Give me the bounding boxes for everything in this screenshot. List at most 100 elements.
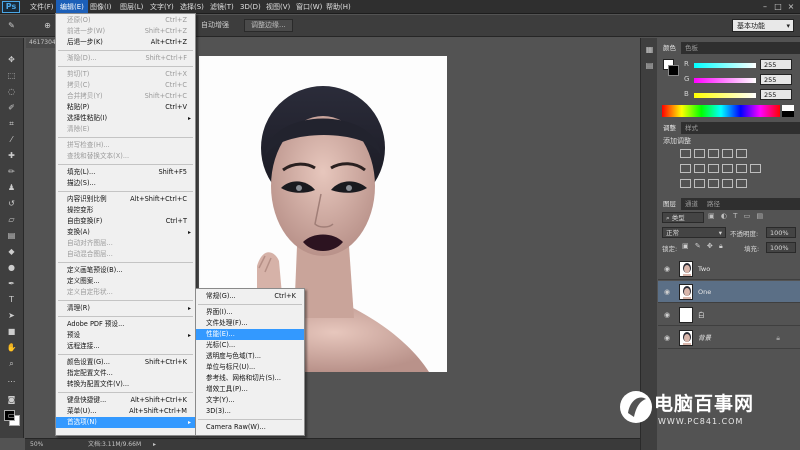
crop-tool-icon[interactable]: ⌗ xyxy=(4,118,19,129)
hand-tool-icon[interactable]: ✋ xyxy=(4,342,19,353)
gradient-map-adjust-icon[interactable] xyxy=(736,179,747,188)
menu-item-u[interactable]: 菜单(U)... Alt+Shift+Ctrl+M xyxy=(56,406,195,417)
menu-10[interactable]: 帮助(H) xyxy=(322,0,355,14)
menu-item-item[interactable]: 内容识别比例 Alt+Shift+Ctrl+C xyxy=(56,194,195,205)
eraser-tool-icon[interactable]: ▱ xyxy=(4,214,19,225)
eyedropper-tool-icon[interactable]: ⁄ xyxy=(4,134,19,145)
tab-color[interactable]: 颜色 xyxy=(658,42,681,54)
dodge-tool-icon[interactable]: ● xyxy=(4,262,19,273)
menu-3[interactable]: 图层(L) xyxy=(116,0,147,14)
levels-adjust-icon[interactable] xyxy=(694,149,705,158)
tab-styles[interactable]: 样式 xyxy=(680,122,703,134)
menu-item-f[interactable]: 自由变换(F) Ctrl+T xyxy=(56,216,195,227)
menu-item-k[interactable]: 后退一步(K) Alt+Ctrl+Z xyxy=(56,37,195,48)
brush-tool-icon[interactable]: ✏ xyxy=(4,166,19,177)
menu-item-c[interactable]: 光标(C)... xyxy=(196,340,304,351)
quick-select-tool-icon[interactable]: ✐ xyxy=(4,102,19,113)
lock-icons[interactable]: ▣ ✎ ✥ 🔒︎ xyxy=(682,242,725,251)
menu-item-b[interactable]: 定义画笔预设(B)... xyxy=(56,265,195,276)
pen-tool-icon[interactable]: ✒ xyxy=(4,278,19,289)
menu-item-t[interactable]: 透明度与色域(T)... xyxy=(196,351,304,362)
black-swatch[interactable] xyxy=(782,111,794,117)
menu-item-g[interactable]: 颜色设置(G)... Shift+Ctrl+K xyxy=(56,357,195,368)
invert-adjust-icon[interactable] xyxy=(680,179,691,188)
menu-item-i[interactable]: 界面(I)... xyxy=(196,307,304,318)
layer-filter-select[interactable]: ⌕ 类型 xyxy=(662,212,704,223)
curves-adjust-icon[interactable] xyxy=(708,149,719,158)
visibility-eye-icon[interactable]: ◉ xyxy=(664,310,674,320)
photo-filter-adjust-icon[interactable] xyxy=(722,164,733,173)
channel-r-value[interactable]: 255 xyxy=(760,59,792,70)
fill-field[interactable]: 100% xyxy=(766,242,796,253)
menu-item-v[interactable]: 转换为配置文件(V)... xyxy=(56,379,195,390)
channel-r-slider[interactable] xyxy=(694,63,756,68)
blur-tool-icon[interactable]: ◆ xyxy=(4,246,19,257)
tool-preset-icon[interactable]: ✎ xyxy=(4,20,19,31)
menu-item-r[interactable]: 清理(R) ▸ xyxy=(56,303,195,314)
menu-item-item[interactable]: 键盘快捷键... Alt+Shift+Ctrl+K xyxy=(56,395,195,406)
threshold-adjust-icon[interactable] xyxy=(708,179,719,188)
channel-b-slider[interactable] xyxy=(694,93,756,98)
lasso-tool-icon[interactable]: ◌ xyxy=(4,86,19,97)
menu-5[interactable]: 选择(S) xyxy=(176,0,208,14)
exposure-adjust-icon[interactable] xyxy=(722,149,733,158)
menu-item-item[interactable]: 指定配置文件... xyxy=(56,368,195,379)
color-balance-adjust-icon[interactable] xyxy=(694,164,705,173)
more-tools-icon[interactable]: … xyxy=(4,374,19,385)
menu-item-y[interactable]: 文字(Y)... xyxy=(196,395,304,406)
bw-adjust-icon[interactable] xyxy=(708,164,719,173)
visibility-eye-icon[interactable]: ◉ xyxy=(664,287,674,297)
selective-color-adjust-icon[interactable] xyxy=(722,179,733,188)
menu-8[interactable]: 视图(V) xyxy=(262,0,294,14)
menu-item-l[interactable]: 填充(L)... Shift+F5 xyxy=(56,167,195,178)
layer-row[interactable]: ◉ Two xyxy=(658,258,800,280)
menu-item-camera-raw-w[interactable]: Camera Raw(W)... xyxy=(196,422,304,433)
screen-mode-icon[interactable]: ▭ xyxy=(4,410,19,421)
layer-row[interactable]: ◉ 白 xyxy=(658,304,800,326)
menu-item-a[interactable]: 变换(A) ▸ xyxy=(56,227,195,238)
tab-layers[interactable]: 图层 xyxy=(658,198,681,210)
move-tool-icon[interactable]: ✥ xyxy=(4,54,19,65)
tab-swatches[interactable]: 色板 xyxy=(680,42,703,54)
menu-item-p[interactable]: 增效工具(P)... xyxy=(196,384,304,395)
menu-item-s[interactable]: 参考线、网格和切片(S)... xyxy=(196,373,304,384)
clone-stamp-tool-icon[interactable]: ♟ xyxy=(4,182,19,193)
opacity-field[interactable]: 100% xyxy=(766,227,796,238)
workspace-select[interactable]: 基本功能 ▾ xyxy=(732,19,794,32)
layer-row[interactable]: ◉ One xyxy=(658,281,800,303)
channel-mixer-adjust-icon[interactable] xyxy=(736,164,747,173)
menu-7[interactable]: 3D(D) xyxy=(236,0,265,14)
menu-6[interactable]: 滤镜(T) xyxy=(206,0,238,14)
channel-g-slider[interactable] xyxy=(694,78,756,83)
menu-item-i[interactable]: 选择性粘贴(I) ▸ xyxy=(56,113,195,124)
hue-adjust-icon[interactable] xyxy=(680,164,691,173)
blend-mode-select[interactable]: 正常 ▾ xyxy=(662,227,726,238)
gradient-tool-icon[interactable]: ▤ xyxy=(4,230,19,241)
menu-item-item[interactable]: 操控变形 xyxy=(56,205,195,216)
menu-4[interactable]: 文字(Y) xyxy=(146,0,178,14)
channel-g-value[interactable]: 255 xyxy=(760,74,792,85)
visibility-eye-icon[interactable]: ◉ xyxy=(664,264,674,274)
tab-paths[interactable]: 路径 xyxy=(702,198,725,210)
zoom-tool-icon[interactable]: ⌕ xyxy=(4,358,19,369)
brightness-adjust-icon[interactable] xyxy=(680,149,691,158)
zoom-level[interactable]: 50% xyxy=(30,439,43,450)
close-icon[interactable]: × xyxy=(786,2,796,12)
shape-tool-icon[interactable]: ■ xyxy=(4,326,19,337)
minimize-icon[interactable]: – xyxy=(760,2,770,12)
tab-channels[interactable]: 通道 xyxy=(680,198,703,210)
vibrance-adjust-icon[interactable] xyxy=(736,149,747,158)
posterize-adjust-icon[interactable] xyxy=(694,179,705,188)
auto-enhance-checkbox[interactable]: 自动增强 xyxy=(201,19,229,32)
menu-1[interactable]: 编辑(E) xyxy=(56,0,88,14)
background-color-preview[interactable] xyxy=(668,65,679,76)
menu-item-u[interactable]: 单位与标尺(U)... xyxy=(196,362,304,373)
menu-item-item[interactable]: 远程连接... xyxy=(56,341,195,352)
quick-mask-icon[interactable]: ◙ xyxy=(4,394,19,405)
menu-2[interactable]: 图像(I) xyxy=(86,0,116,14)
menu-item-n[interactable]: 首选项(N) ▸ xyxy=(56,417,195,428)
visibility-eye-icon[interactable]: ◉ xyxy=(664,333,674,343)
menu-item-f[interactable]: 文件处理(F)... xyxy=(196,318,304,329)
color-lookup-adjust-icon[interactable] xyxy=(750,164,761,173)
refine-edge-button[interactable]: 调整边缘... xyxy=(244,19,293,32)
